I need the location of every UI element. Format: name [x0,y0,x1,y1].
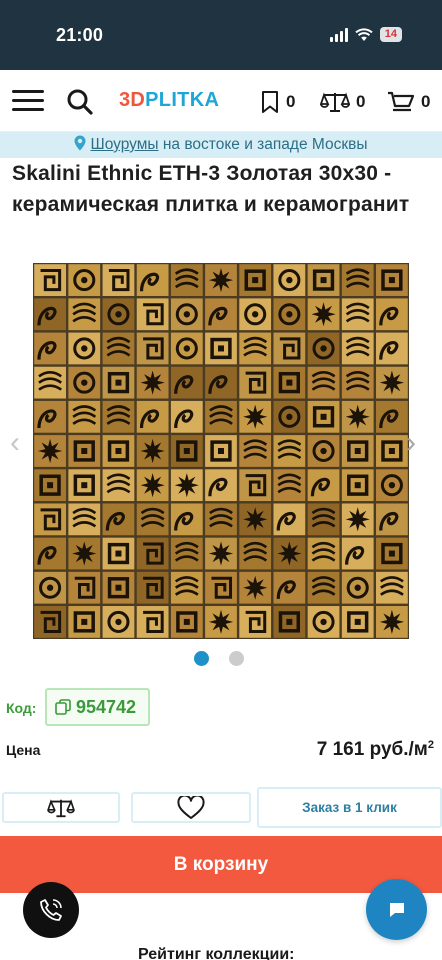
gallery-dot[interactable] [229,651,244,666]
showrooms-link[interactable]: Шоурумы [90,136,158,153]
copy-code-button[interactable]: 954742 [45,688,150,726]
chat-button[interactable] [366,879,427,940]
quick-order-button[interactable]: Заказ в 1 клик [257,787,442,828]
gallery-next-arrow[interactable]: › [406,428,416,458]
compare-product-button[interactable] [2,792,120,823]
status-time: 21:00 [56,25,104,45]
wifi-icon [355,27,373,41]
mosaic-tile-image [33,263,409,639]
status-bar: 21:00 14 [0,0,442,70]
add-to-favorites-button[interactable] [131,792,251,823]
heart-icon [177,795,205,819]
code-label: Код: [6,700,37,716]
gallery-prev-arrow[interactable]: ‹ [10,428,20,458]
price-label: Цена [6,742,41,758]
scales-icon [320,92,350,112]
favorites-count: 0 [286,92,296,111]
gallery-pagination [194,651,244,666]
scales-icon [47,798,75,817]
phone-icon [40,899,62,921]
rating-heading: Рейтинг коллекции: [138,946,295,960]
gallery-dot[interactable] [194,651,209,666]
battery-indicator: 14 [379,27,402,42]
bookmark-icon [262,91,278,113]
compare-button[interactable]: 0 [320,90,365,114]
banner-text: на востоке и западе Москвы [158,136,368,153]
favorites-button[interactable]: 0 [260,90,295,114]
cart-header-button[interactable]: 0 [387,90,430,114]
price-value: 7 161 руб./м2 [316,739,434,760]
compare-count: 0 [356,92,366,111]
site-logo[interactable]: 3DPLITKA [119,89,219,112]
status-icons: 14 [329,27,402,42]
showroom-banner: Шоурумы на востоке и западе Москвы [0,132,442,158]
product-title: Skalini Ethnic ETH-3 Золотая 30x30 - кер… [12,162,410,216]
location-pin-icon [74,135,86,151]
site-header: 3DPLITKA 0 0 0 [0,70,442,132]
menu-icon[interactable] [12,90,44,112]
product-image[interactable] [33,263,409,639]
search-icon[interactable] [66,88,94,116]
call-button[interactable] [23,882,79,938]
add-to-cart-button[interactable]: В корзину [0,836,442,893]
signal-icon [329,27,348,42]
product-code: 954742 [76,696,137,717]
cart-count: 0 [421,92,431,111]
chat-icon [389,902,404,917]
copy-icon [55,699,71,715]
cart-icon [388,91,415,112]
